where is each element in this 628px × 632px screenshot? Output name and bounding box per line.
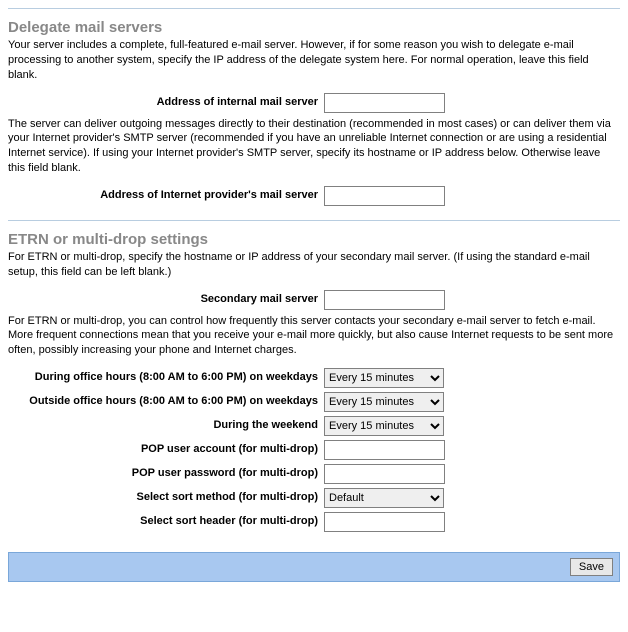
label-weekend: During the weekend: [8, 414, 324, 438]
select-office-hours[interactable]: Every 15 minutes: [324, 368, 444, 388]
label-secondary-mail: Secondary mail server: [8, 288, 324, 312]
select-weekend[interactable]: Every 15 minutes: [324, 416, 444, 436]
label-internal-mail: Address of internal mail server: [8, 91, 324, 115]
etrn-desc2: For ETRN or multi-drop, you can control …: [8, 314, 620, 359]
input-secondary-mail[interactable]: [324, 290, 445, 310]
select-sort-method[interactable]: Default: [324, 488, 444, 508]
label-sort-method: Select sort method (for multi-drop): [8, 486, 324, 510]
section-divider-2: [8, 220, 620, 221]
delegate-desc1: Your server includes a complete, full-fe…: [8, 38, 620, 83]
etrn-title: ETRN or multi-drop settings: [8, 231, 620, 248]
label-pop-password: POP user password (for multi-drop): [8, 462, 324, 486]
input-internal-mail[interactable]: [324, 93, 445, 113]
input-pop-user[interactable]: [324, 440, 445, 460]
delegate-title: Delegate mail servers: [8, 19, 620, 36]
input-sort-header[interactable]: [324, 512, 445, 532]
save-button[interactable]: Save: [570, 558, 613, 576]
section-divider-1: [8, 8, 620, 9]
select-outside-hours[interactable]: Every 15 minutes: [324, 392, 444, 412]
input-pop-password[interactable]: [324, 464, 445, 484]
label-isp-mail: Address of Internet provider's mail serv…: [8, 184, 324, 208]
input-isp-mail[interactable]: [324, 186, 445, 206]
label-office-hours: During office hours (8:00 AM to 6:00 PM)…: [8, 366, 324, 390]
label-outside-hours: Outside office hours (8:00 AM to 6:00 PM…: [8, 390, 324, 414]
etrn-desc1: For ETRN or multi-drop, specify the host…: [8, 250, 620, 280]
label-sort-header: Select sort header (for multi-drop): [8, 510, 324, 534]
delegate-desc2: The server can deliver outgoing messages…: [8, 117, 620, 176]
label-pop-user: POP user account (for multi-drop): [8, 438, 324, 462]
footer-bar: Save: [8, 552, 620, 582]
